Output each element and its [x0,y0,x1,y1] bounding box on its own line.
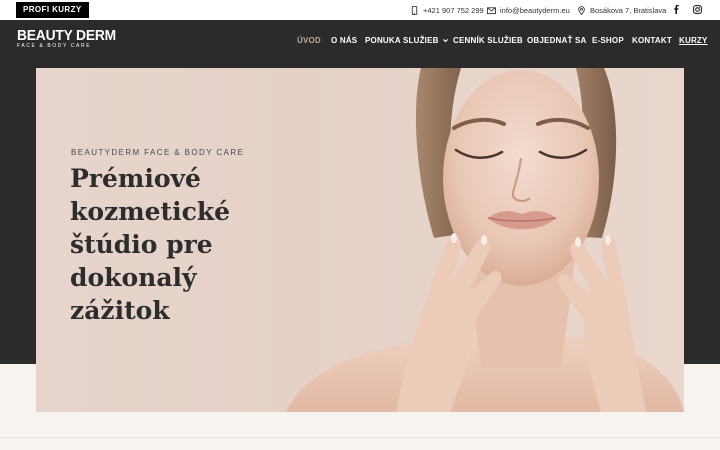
address-text: Bosákova 7, Bratislava [590,5,667,15]
profi-kurzy-button[interactable]: PROFI KURZY [16,2,89,18]
address-contact[interactable]: Bosákova 7, Bratislava [577,4,666,16]
top-bar: PROFI KURZY +421 907 752 299 info@beauty… [0,0,720,20]
hero-kicker: BEAUTYDERM FACE & BODY CARE [71,148,245,157]
email-address: info@beautyderm.eu [500,5,570,15]
nav-uvod[interactable]: ÚVOD [297,34,321,46]
nav-cennik-sluzieb[interactable]: CENNÍK SLUŽIEB [453,34,523,46]
facebook-link[interactable] [671,4,682,15]
logo[interactable]: BEAUTY DERM FACE & BODY CARE [17,28,125,49]
logo-wordmark: BEAUTY DERM [17,27,116,44]
phone-icon [411,5,418,15]
nav-ponuka-sluzieb[interactable]: PONUKA SLUŽIEB [365,34,449,46]
instagram-link[interactable] [692,4,703,15]
section-divider [0,437,720,438]
nav-e-shop[interactable]: E-SHOP [592,34,624,46]
nav-kontakt[interactable]: KONTAKT [632,34,672,46]
nav-objednat-sa[interactable]: OBJEDNAŤ SA [527,34,587,46]
phone-contact[interactable]: +421 907 752 299 [410,4,484,16]
nav-kurzy[interactable]: KURZY [679,34,708,46]
hero-headline: Prémiové kozmetické štúdio pre dokonalý … [70,164,231,325]
facebook-icon [674,5,679,14]
instagram-icon [693,5,702,14]
email-contact[interactable]: info@beautyderm.eu [487,4,570,16]
email-icon [487,6,496,14]
chevron-down-icon [442,38,448,42]
location-pin-icon [578,5,585,15]
nav-o-nas[interactable]: O NÁS [331,34,357,46]
phone-number: +421 907 752 299 [423,5,484,15]
